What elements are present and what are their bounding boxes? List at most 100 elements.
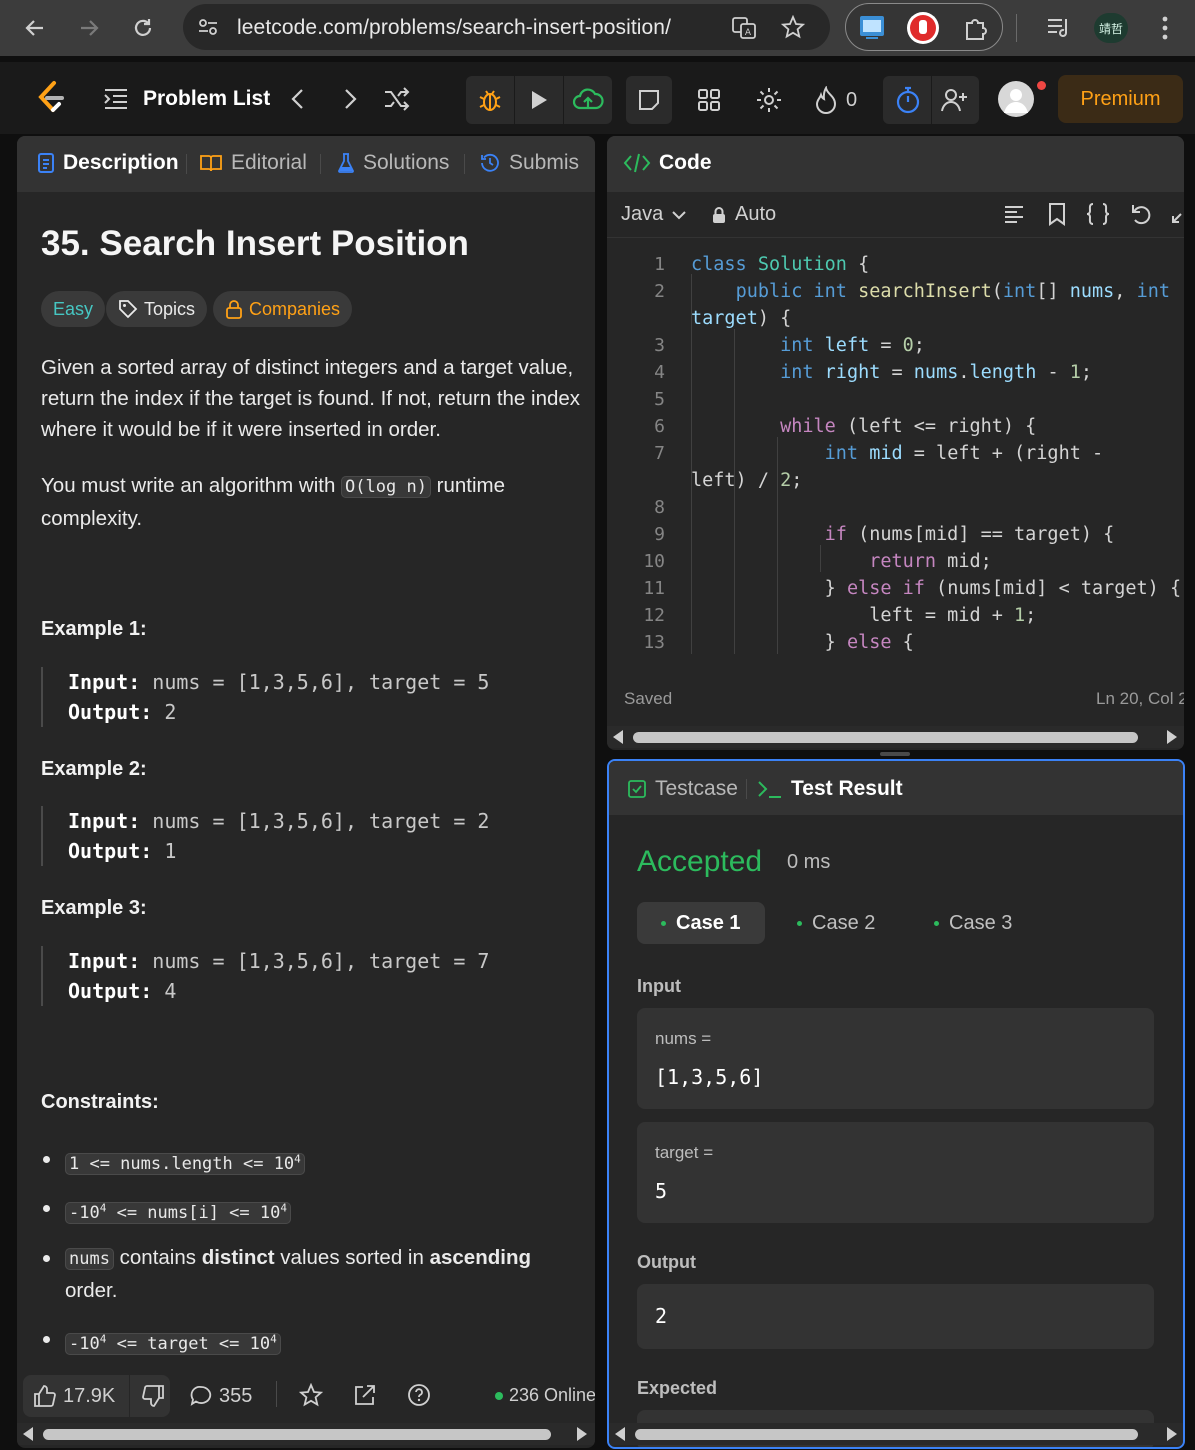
book-icon — [200, 155, 222, 172]
constraint-1-code: 1 <= nums.length <= 104 — [65, 1152, 305, 1175]
auto-mode-toggle[interactable]: Auto — [711, 203, 776, 226]
site-info-icon[interactable] — [197, 16, 219, 43]
browser-menu-icon[interactable] — [1157, 14, 1173, 47]
constraint-3-code: nums — [65, 1248, 114, 1270]
thumbs-up-icon — [34, 1385, 56, 1407]
tab-test-result[interactable]: Test Result — [757, 777, 903, 801]
reload-icon[interactable] — [125, 10, 161, 46]
description-tabbar: Description Editorial Solutions Submis — [17, 136, 595, 192]
output-label: Output — [637, 1252, 696, 1272]
add-collaborator-icon[interactable] — [941, 87, 969, 118]
notes-button[interactable] — [626, 76, 672, 124]
code-tabbar: Code — [607, 136, 1184, 192]
adblock-icon[interactable] — [906, 11, 940, 50]
tab-testcase[interactable]: Testcase — [627, 777, 738, 801]
leetcode-logo-icon[interactable] — [34, 80, 66, 121]
nums-name: nums = — [655, 1029, 712, 1048]
target-input-box: target = 5 — [637, 1122, 1154, 1223]
problem-title: 35. Search Insert Position — [41, 224, 469, 263]
result-scroll-thumb[interactable] — [635, 1429, 1138, 1440]
input-label: Input — [637, 976, 681, 996]
description-scroll-thumb[interactable] — [43, 1429, 551, 1440]
tab-code[interactable]: Code — [623, 151, 712, 175]
next-problem-icon[interactable] — [340, 86, 360, 117]
problem-list-icon[interactable] — [103, 86, 129, 117]
case-tab-1[interactable]: Case 1 — [637, 902, 765, 944]
history-icon — [481, 153, 499, 172]
toolbar-divider — [1016, 14, 1017, 42]
favorite-star-icon[interactable] — [298, 1382, 324, 1412]
prev-problem-icon[interactable] — [288, 86, 308, 117]
code-scroll-thumb[interactable] — [633, 732, 1138, 743]
difficulty-badge[interactable]: Easy — [41, 291, 106, 327]
submit-cloud-icon[interactable] — [572, 86, 604, 119]
address-bar[interactable]: leetcode.com/problems/search-insert-posi… — [183, 4, 830, 50]
save-status: Saved — [624, 689, 673, 708]
back-icon[interactable] — [17, 10, 53, 46]
timer-icon[interactable] — [895, 86, 921, 119]
settings-gear-icon[interactable] — [755, 86, 783, 119]
like-dislike-group: 17.9K — [23, 1375, 170, 1417]
debug-icon[interactable] — [477, 87, 503, 118]
screen-extension-icon[interactable] — [858, 13, 886, 46]
topics-chip[interactable]: Topics — [106, 291, 208, 327]
constraint-2: -104 <= nums[i] <= 104 — [41, 1192, 581, 1229]
streak-fire-icon[interactable] — [814, 85, 838, 119]
result-scrollbar[interactable] — [609, 1423, 1183, 1445]
target-name: target = — [655, 1143, 714, 1162]
result-panel: Testcase Test Result Accepted 0 ms Case … — [607, 759, 1185, 1449]
user-avatar[interactable] — [998, 81, 1034, 117]
tab-solutions[interactable]: Solutions — [337, 151, 449, 175]
lock-icon — [713, 206, 725, 223]
runtime: 0 ms — [787, 851, 831, 873]
footer-divider — [276, 1381, 277, 1407]
problem-list-link[interactable]: Problem List — [143, 87, 270, 111]
code-panel: Code Java Auto 1 2 3 4 5 6 7 8 9 10 11 1… — [607, 136, 1184, 750]
like-button[interactable]: 17.9K — [33, 1384, 115, 1408]
bookmark-icon[interactable] — [1047, 202, 1067, 231]
example-3-title: Example 3: — [41, 897, 147, 919]
bookmark-star-icon[interactable] — [780, 14, 806, 44]
description-scrollbar[interactable] — [17, 1423, 595, 1445]
help-icon[interactable] — [407, 1383, 431, 1412]
forward-icon[interactable] — [71, 10, 107, 46]
complexity-requirement: You must write an algorithm with O(log n… — [41, 474, 505, 530]
case-tab-2[interactable]: Case 2 — [773, 902, 899, 944]
example-1-block: Input: nums = [1,3,5,6], target = 5 Outp… — [41, 667, 581, 727]
expand-icon[interactable] — [1171, 206, 1183, 229]
curly-braces-icon[interactable] — [1085, 202, 1111, 231]
panel-resize-handle[interactable] — [880, 752, 910, 756]
share-icon[interactable] — [353, 1383, 377, 1412]
companies-chip[interactable]: Companies — [213, 291, 353, 327]
constraint-4-code: -104 <= target <= 104 — [65, 1332, 281, 1355]
shuffle-icon[interactable] — [383, 86, 411, 117]
chevron-down-icon — [672, 210, 686, 219]
online-count: 236 Online — [495, 1385, 595, 1406]
language-select[interactable]: Java — [621, 203, 687, 226]
case-tab-3[interactable]: Case 3 — [910, 902, 1036, 944]
streak-count: 0 — [846, 89, 858, 111]
reset-code-icon[interactable] — [1129, 202, 1153, 231]
extensions-puzzle-icon[interactable] — [962, 14, 990, 47]
tab-submissions[interactable]: Submis — [479, 151, 579, 175]
translate-icon[interactable]: A — [731, 15, 757, 46]
tab-editorial[interactable]: Editorial — [199, 151, 307, 175]
complexity-code: O(log n) — [341, 476, 431, 498]
dislike-button[interactable] — [141, 1384, 165, 1413]
tab-description[interactable]: Description — [37, 151, 179, 175]
constraints-title: Constraints: — [41, 1091, 159, 1113]
format-icon[interactable] — [1003, 203, 1025, 230]
terminal-icon — [758, 781, 781, 798]
layout-grid-icon[interactable] — [697, 88, 721, 117]
premium-button[interactable]: Premium — [1058, 75, 1183, 123]
code-brackets-icon — [623, 153, 651, 173]
checkbox-icon — [628, 780, 646, 798]
code-scrollbar[interactable] — [607, 726, 1184, 748]
reading-list-icon[interactable] — [1046, 15, 1072, 46]
run-icon[interactable] — [528, 89, 550, 116]
output-box: 2 — [637, 1284, 1154, 1349]
description-doc-icon — [38, 153, 54, 173]
comments-button[interactable]: 355 — [189, 1384, 252, 1408]
leetcode-navbar: Problem List 0 Premium — [0, 62, 1195, 134]
profile-avatar[interactable]: 靖哲 — [1094, 13, 1128, 43]
